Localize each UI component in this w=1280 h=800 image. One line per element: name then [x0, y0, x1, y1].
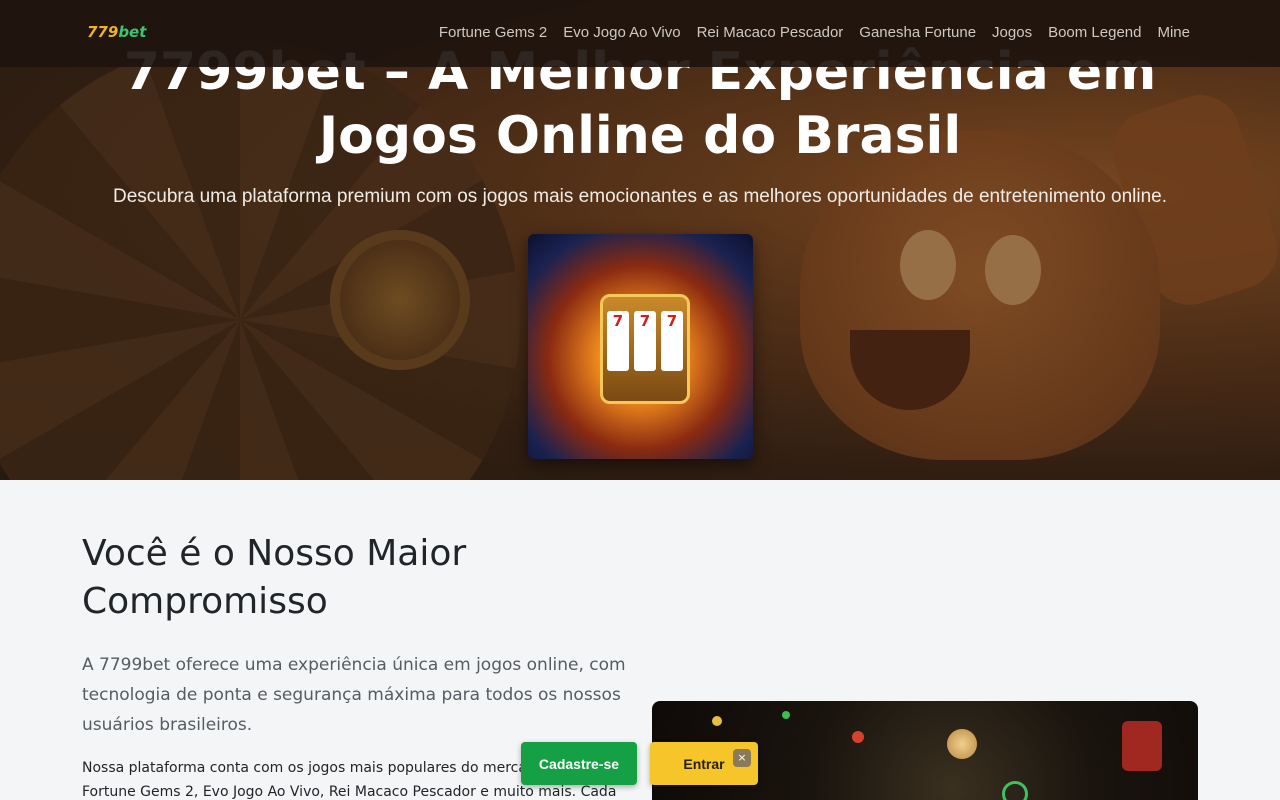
casino-light	[852, 731, 864, 743]
casino-light	[712, 716, 722, 726]
nav-item-evo-jogo-ao-vivo[interactable]: Evo Jogo Ao Vivo	[563, 24, 680, 41]
nav-item-rei-macaco-pescador[interactable]: Rei Macaco Pescador	[697, 24, 844, 41]
brand-logo-prefix: 779	[87, 23, 119, 41]
nav-item-boom-legend[interactable]: Boom Legend	[1048, 24, 1141, 41]
slot-reel: 7	[607, 311, 629, 371]
casino-light	[782, 711, 790, 719]
casino-machine	[1122, 721, 1162, 771]
top-navbar: 779bet Fortune Gems 2 Evo Jogo Ao Vivo R…	[0, 0, 1280, 67]
nav-item-jogos[interactable]: Jogos	[992, 24, 1032, 41]
roulette-ball	[947, 729, 977, 759]
brand-logo-suffix: bet	[118, 23, 147, 41]
close-icon[interactable]: ×	[733, 749, 751, 767]
slot-reel: 7	[634, 311, 656, 371]
hero-section: 7799bet – A Melhor Experiência em Jogos …	[0, 0, 1280, 480]
hero-subtitle: Descubra uma plataforma premium com os j…	[113, 186, 1167, 207]
section-lead-text: A 7799bet oferece uma experiência única …	[82, 655, 626, 735]
nav-item-ganesha-fortune[interactable]: Ganesha Fortune	[859, 24, 976, 41]
nav-item-fortune-gems-2[interactable]: Fortune Gems 2	[439, 24, 547, 41]
nav-links: Fortune Gems 2 Evo Jogo Ao Vivo Rei Maca…	[439, 24, 1190, 41]
signup-button[interactable]: Cadastre-se	[521, 742, 637, 785]
slot-machine-image: 7 7 7	[528, 234, 753, 459]
slot-machine-body: 7 7 7	[600, 294, 690, 404]
slot-reel: 7	[661, 311, 683, 371]
nav-item-mine[interactable]: Mine	[1157, 24, 1190, 41]
section-title: Você é o Nosso Maior Compromisso	[82, 533, 467, 622]
brand-logo[interactable]: 779bet	[87, 23, 146, 41]
roulette-chip	[1002, 781, 1028, 800]
